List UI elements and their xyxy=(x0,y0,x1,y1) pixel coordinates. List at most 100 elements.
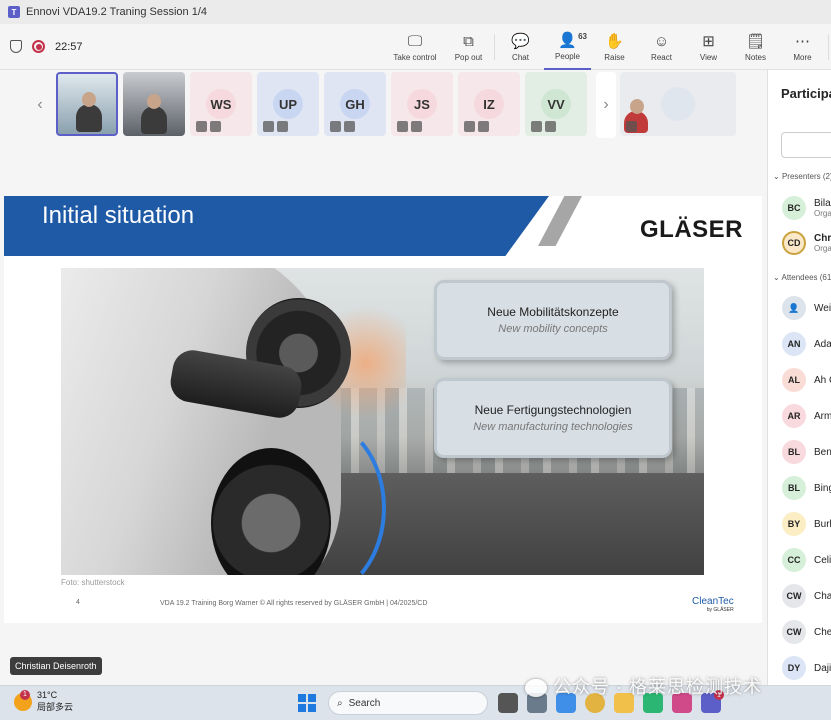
recording-icon xyxy=(32,40,45,53)
manufacturing-technologies-box: Neue Fertigungstechnologien New manufact… xyxy=(434,378,672,458)
raise-hand-button[interactable]: ✋ Raise xyxy=(591,24,638,70)
toolbar-divider xyxy=(828,34,829,60)
cleantec-logo: CleanTec by GLÄSER xyxy=(692,596,734,613)
taskbar-search[interactable]: ⌕ Search xyxy=(328,691,488,715)
avatar: AN xyxy=(782,332,806,356)
attendees-section-header[interactable]: ⌄ Attendees (61) xyxy=(773,273,831,282)
muted-mic-icon xyxy=(464,121,489,132)
presentation-slide: Initial situation GLÄSER Neue Mobilitäts… xyxy=(4,196,762,623)
slide-accent-stripe xyxy=(538,196,582,246)
meeting-toolbar: 22:57 🖵 Take control ⧉ Pop out 💬 Chat 👤 … xyxy=(0,24,831,70)
participant-row[interactable]: AL Ah C xyxy=(782,368,831,392)
muted-mic-icon xyxy=(330,121,355,132)
video-tile-participant[interactable] xyxy=(620,72,736,136)
participant-row[interactable]: BY Burk xyxy=(782,512,831,536)
avatar: UP xyxy=(273,89,303,119)
temperature: 31°C xyxy=(37,690,58,700)
avatar: BC xyxy=(782,196,806,220)
strip-next-button[interactable]: › xyxy=(596,72,616,138)
avatar: AL xyxy=(782,368,806,392)
video-tile-avatar[interactable]: WS xyxy=(190,72,252,136)
video-tile-avatar[interactable]: IZ xyxy=(458,72,520,136)
search-icon: ⌕ xyxy=(337,697,343,709)
muted-mic-icon xyxy=(626,121,637,132)
toolbar-divider xyxy=(494,34,495,60)
video-strip: WS UP GH JS IZ VV xyxy=(56,72,587,138)
participant-row[interactable]: AN Ada xyxy=(782,332,831,356)
avatar: JS xyxy=(407,89,437,119)
strip-prev-button[interactable]: ‹ xyxy=(30,72,50,138)
participant-row[interactable]: CW Cha xyxy=(782,584,831,608)
pop-out-icon: ⧉ xyxy=(463,32,474,50)
title-bar: T Ennovi VDA19.2 Traning Session 1/4 xyxy=(0,0,831,24)
video-tile-avatar[interactable]: JS xyxy=(391,72,453,136)
glaeser-logo: GLÄSER xyxy=(640,216,744,243)
participant-row[interactable]: 👤 Wei xyxy=(782,296,831,320)
react-button[interactable]: ☺ React xyxy=(638,24,685,70)
weather-widget[interactable]: 1 31°C 局部多云 xyxy=(14,689,74,713)
presenters-section-header[interactable]: ⌄ Presenters (2) xyxy=(773,172,831,181)
avatar: BL xyxy=(782,476,806,500)
avatar: WS xyxy=(206,89,236,119)
video-tile-avatar[interactable]: VV xyxy=(525,72,587,136)
notes-icon: 🗒 xyxy=(745,32,766,50)
avatar: BY xyxy=(782,512,806,536)
people-count: 63 xyxy=(578,32,587,41)
shield-icon xyxy=(10,40,22,53)
speaker-name-tag: Christian Deisenroth xyxy=(10,657,102,675)
avatar: CD xyxy=(782,231,806,255)
participant-row[interactable]: BL Bing xyxy=(782,476,831,500)
participant-row[interactable]: AR Arm xyxy=(782,404,831,428)
participant-row[interactable]: CC Celi xyxy=(782,548,831,572)
participant-row[interactable]: CD ChriOrga xyxy=(782,231,831,255)
pop-out-button[interactable]: ⧉ Pop out xyxy=(445,24,492,70)
people-icon: 👤 xyxy=(558,31,577,49)
avatar xyxy=(624,87,695,133)
participant-search-input[interactable] xyxy=(781,132,831,158)
avatar-photo: 👤 xyxy=(782,296,806,320)
avatar: CC xyxy=(782,548,806,572)
video-tile-avatar[interactable]: UP xyxy=(257,72,319,136)
avatar: BL xyxy=(782,440,806,464)
participant-row[interactable]: DY Daji xyxy=(782,656,831,680)
chevron-down-icon: ⌄ xyxy=(773,172,780,181)
participant-row[interactable]: BC Bila Orga xyxy=(782,196,831,220)
windows-start-icon[interactable] xyxy=(298,694,316,712)
sun-icon: 1 xyxy=(14,689,32,711)
participant-video xyxy=(141,94,167,134)
participants-panel: Participants ⌄ Presenters (2) BC BilaOrg… xyxy=(767,70,831,685)
teams-icon: T xyxy=(8,6,20,18)
muted-mic-icon xyxy=(397,121,422,132)
avatar: DY xyxy=(782,656,806,680)
view-button[interactable]: ⊞ View xyxy=(685,24,732,70)
chat-button[interactable]: 💬 Chat xyxy=(497,24,544,70)
ev-charging-photo: Neue Mobilitätskonzepte New mobility con… xyxy=(61,268,704,575)
participant-row[interactable]: CW Che xyxy=(782,620,831,644)
weather-condition: 局部多云 xyxy=(37,702,74,712)
video-tile-participant[interactable] xyxy=(123,72,185,136)
avatar: IZ xyxy=(474,89,504,119)
panel-title: Participants xyxy=(781,86,831,101)
people-button[interactable]: 👤 63 People xyxy=(544,24,591,70)
smiley-icon: ☺ xyxy=(653,32,670,50)
more-button[interactable]: ⋯ More xyxy=(779,24,826,70)
notes-button[interactable]: 🗒 Notes xyxy=(732,24,779,70)
avatar: CW xyxy=(782,584,806,608)
chevron-down-icon: ⌄ xyxy=(773,273,780,282)
hand-icon: ✋ xyxy=(605,32,624,50)
video-tile-presenter[interactable] xyxy=(56,72,118,136)
muted-mic-icon xyxy=(263,121,288,132)
wechat-watermark: 公众号 · 格莱思检测技术 xyxy=(525,673,762,699)
take-control-button[interactable]: 🖵 Take control xyxy=(385,24,445,70)
video-tile-avatar[interactable]: GH xyxy=(324,72,386,136)
participant-video xyxy=(76,92,102,132)
more-dots-icon: ⋯ xyxy=(795,32,810,50)
shared-content-stage: Initial situation GLÄSER Neue Mobilitäts… xyxy=(0,140,765,685)
grid-icon: ⊞ xyxy=(702,32,715,50)
participant-row[interactable]: BL Ben xyxy=(782,440,831,464)
slide-title: Initial situation xyxy=(42,202,195,229)
avatar: AR xyxy=(782,404,806,428)
photo-credit: Foto: shutterstock xyxy=(61,578,125,587)
task-view-icon[interactable] xyxy=(498,693,518,713)
muted-mic-icon xyxy=(196,121,221,132)
